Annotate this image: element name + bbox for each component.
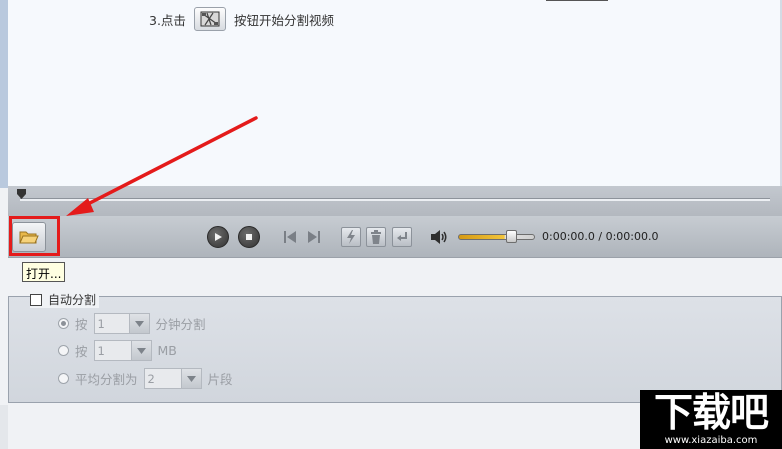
size-value: 1	[97, 344, 105, 358]
preview-area: 3.点击 按钮开始分割视频	[0, 0, 782, 188]
segments-select[interactable]: 2	[143, 368, 202, 389]
option-suffix: MB	[157, 343, 177, 358]
left-edge-strip	[0, 405, 8, 449]
split-by-minutes-radio[interactable]	[58, 318, 69, 329]
skip-forward-icon	[308, 231, 320, 243]
volume-slider-handle[interactable]	[506, 230, 517, 243]
minutes-select[interactable]: 1	[93, 313, 150, 334]
split-evenly-radio[interactable]	[58, 373, 69, 384]
skip-forward-button[interactable]	[306, 228, 322, 246]
chevron-down-icon[interactable]	[128, 314, 149, 333]
split-evenly-option[interactable]: 平均分割为 2 片段	[58, 368, 233, 389]
play-button[interactable]	[207, 226, 229, 248]
trash-icon	[371, 230, 381, 244]
skip-back-button[interactable]	[282, 228, 298, 246]
watermark-url: www.xiazaiba.com	[664, 434, 758, 446]
chevron-down-icon[interactable]	[130, 341, 151, 360]
delete-button[interactable]	[366, 227, 386, 247]
split-video-icon	[200, 11, 220, 27]
playhead-marker-icon[interactable]	[17, 189, 26, 199]
play-icon	[215, 233, 222, 241]
split-video-button-preview	[193, 7, 226, 31]
option-suffix: 分钟分割	[155, 317, 206, 332]
option-suffix: 片段	[207, 372, 233, 387]
lightning-icon	[347, 230, 355, 244]
step3-suffix: 按钮开始分割视频	[233, 12, 334, 28]
segments-value: 2	[147, 372, 155, 386]
stop-button[interactable]	[238, 226, 260, 248]
option-prefix: 平均分割为	[75, 372, 138, 387]
return-icon	[397, 232, 407, 241]
timeline-track[interactable]	[20, 198, 770, 201]
volume-button[interactable]	[429, 228, 449, 246]
stop-icon	[246, 234, 252, 240]
skip-back-icon	[284, 231, 296, 243]
player-controls: 0:00:00.0 / 0:00:00.0	[8, 216, 782, 258]
volume-slider[interactable]	[458, 234, 535, 240]
auto-split-checkbox[interactable]	[30, 293, 42, 306]
chevron-down-icon[interactable]	[180, 369, 201, 388]
annotation-highlight-box	[9, 216, 60, 256]
time-display: 0:00:00.0 / 0:00:00.0	[542, 230, 659, 243]
timeline-bar[interactable]	[8, 186, 782, 216]
split-by-size-option[interactable]: 按 1 MB	[58, 340, 177, 361]
watermark-logo-text: 下载吧	[653, 390, 769, 436]
option-prefix: 按	[75, 317, 88, 332]
step3-prefix: 3.点击	[149, 12, 186, 28]
instruction-step-3: 3.点击 按钮开始分割视频	[149, 7, 334, 31]
auto-split-label: 自动分割	[48, 293, 97, 307]
speaker-icon	[431, 230, 447, 244]
open-tooltip: 打开...	[22, 262, 66, 282]
auto-split-header[interactable]: 自动分割	[30, 291, 100, 308]
top-divider	[546, 0, 608, 1]
split-by-size-radio[interactable]	[58, 345, 69, 356]
enter-button[interactable]	[392, 227, 412, 247]
option-prefix: 按	[75, 344, 88, 359]
split-button[interactable]	[341, 227, 361, 247]
size-select[interactable]: 1	[93, 340, 152, 361]
minutes-value: 1	[97, 317, 105, 331]
watermark-logo: 下载吧 www.xiazaiba.com	[640, 390, 782, 449]
split-by-minutes-option[interactable]: 按 1 分钟分割	[58, 313, 206, 334]
